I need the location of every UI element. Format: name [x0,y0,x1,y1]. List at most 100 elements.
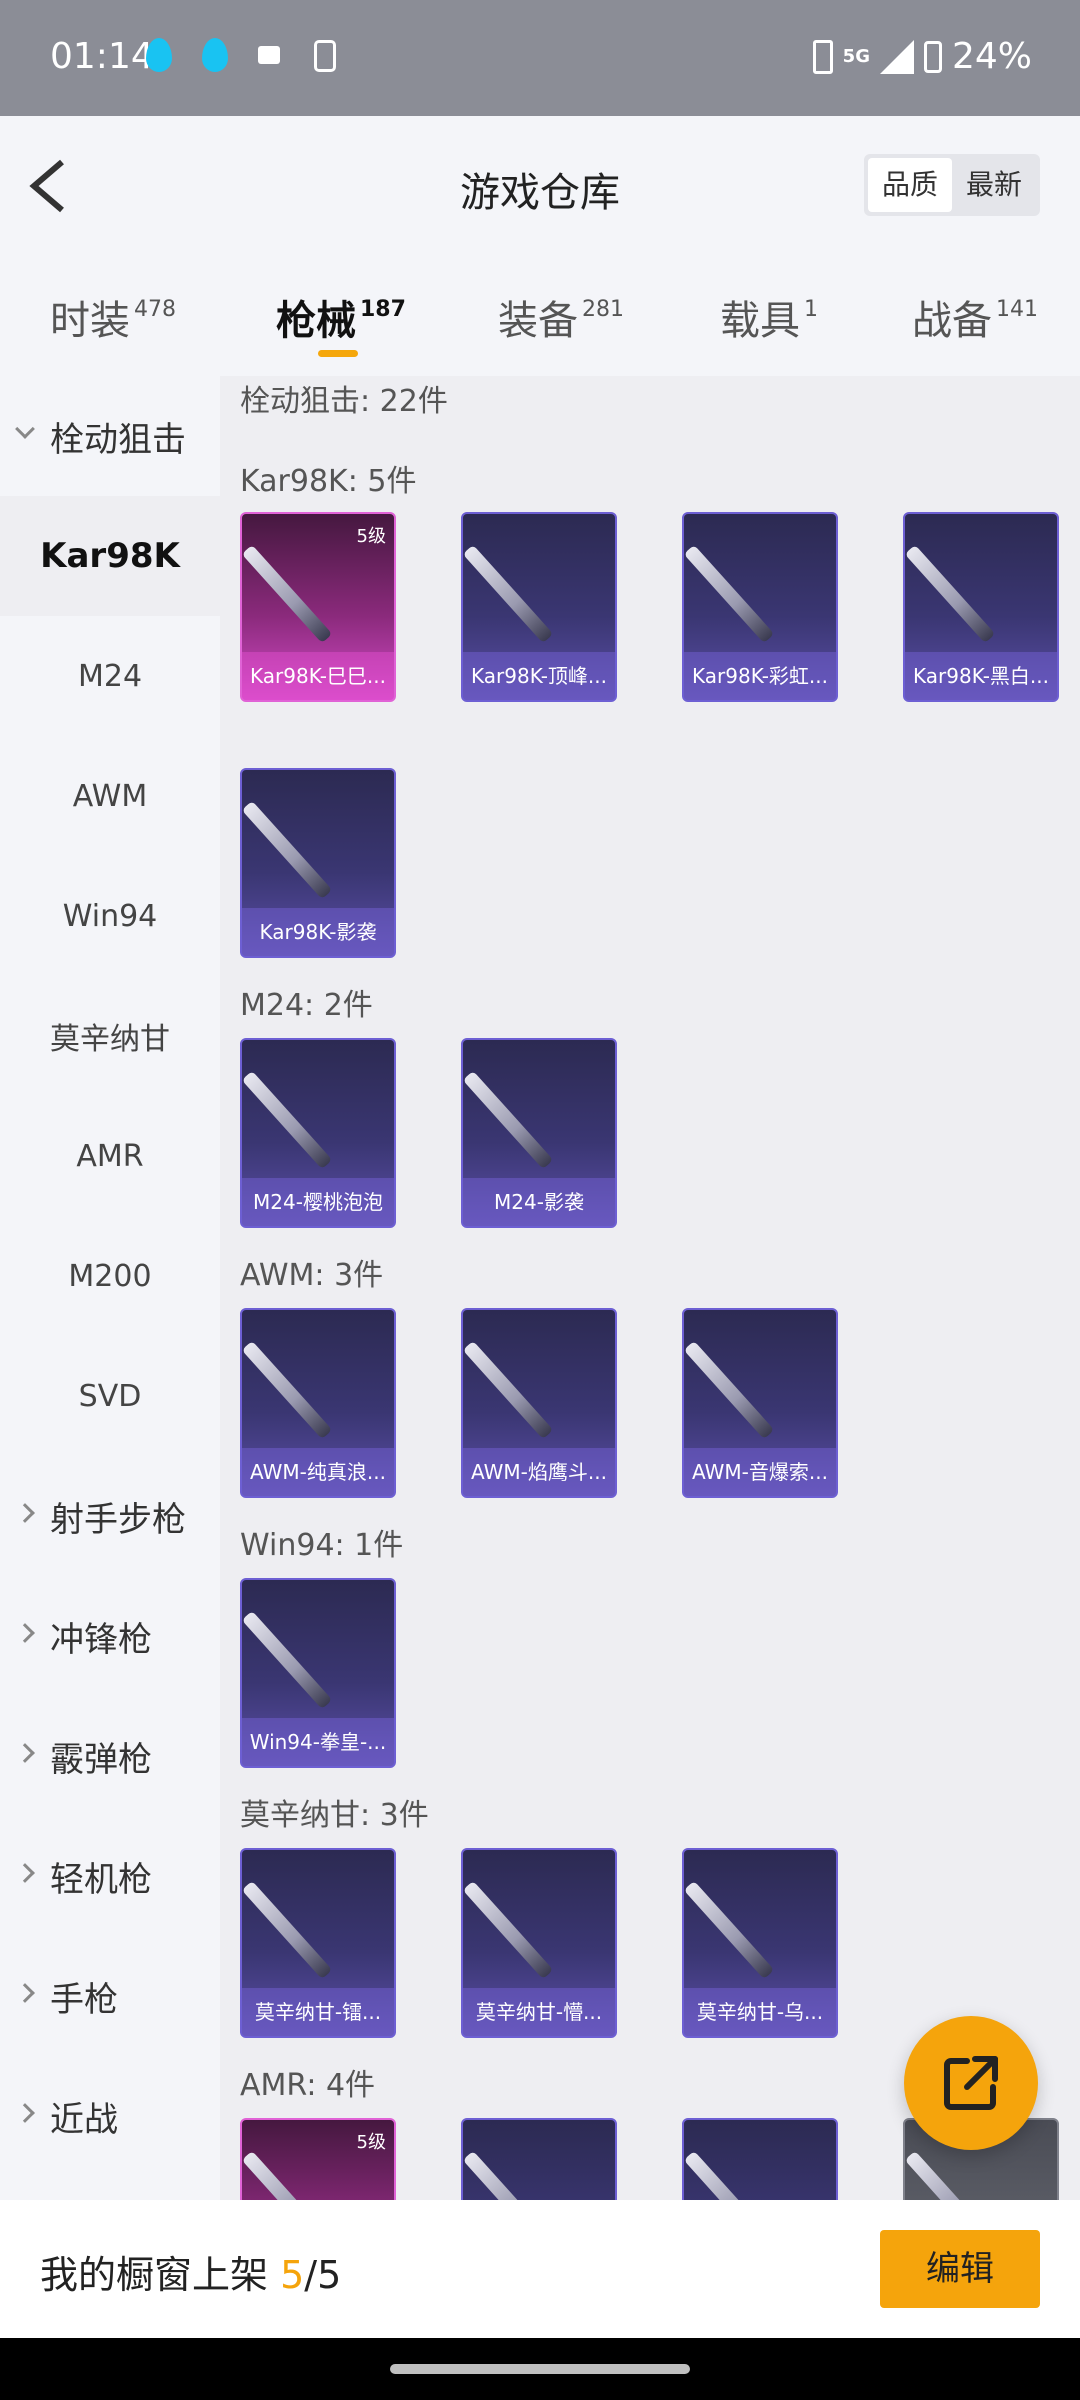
gun-skin-image [242,1340,333,1440]
sidebar-group-melee[interactable]: 近战 [0,2056,220,2176]
gun-skin-image [242,2150,333,2200]
sim-icon [812,39,833,74]
weapon-grid: 栓动狙击: 22件 Kar98K: 5件 5级 Kar98K-巳巳... Kar… [220,376,1080,2200]
weapon-card-label: 莫辛纳甘-镭... [242,1988,394,2036]
gun-skin-image [463,1880,554,1980]
weapon-card[interactable]: Win94-拳皇-... [240,1578,396,1768]
section-title: Win94: 1件 [240,1528,404,1563]
share-button[interactable] [904,2016,1038,2150]
active-tab-indicator [318,350,358,357]
sidebar-group-bolt-action[interactable]: 栓动狙击 [0,376,220,496]
gun-skin-image [463,2150,554,2200]
weapon-card-label: AWM-纯真浪... [242,1448,394,1496]
signal-icon [879,39,914,74]
system-nav-bar [0,2338,1080,2400]
level-badge: 5级 [356,2132,386,2153]
gun-skin-image [684,544,775,644]
weapon-card-label: Kar98K-巳巳... [242,652,394,700]
weapon-card[interactable] [461,2118,617,2200]
sidebar-group-pistol[interactable]: 手枪 [0,1936,220,2056]
weapon-card[interactable]: Kar98K-顶峰... [461,512,617,702]
sidebar-group-smg[interactable]: 冲锋枪 [0,1576,220,1696]
sidebar-item-amr[interactable]: AMR [0,1096,220,1216]
chevron-right-icon [15,2103,35,2123]
chevron-down-icon [15,419,35,439]
sidebar-item-awm[interactable]: AWM [0,736,220,856]
weapon-card[interactable]: 莫辛纳甘-乌... [682,1848,838,2038]
weapon-card[interactable] [682,2118,838,2200]
showcase-bar: 我的橱窗上架 5/5 编辑 [0,2200,1080,2338]
weapon-card[interactable]: Kar98K-彩虹... [682,512,838,702]
showcase-total: /5 [304,2253,342,2297]
weapon-card[interactable]: 5级 [240,2118,396,2200]
header: 游戏仓库 品质 最新 [0,116,1080,258]
showcase-status: 我的橱窗上架 5/5 [40,2253,342,2297]
status-indicators: 5G 24% [812,36,1032,77]
gun-skin-image [242,1070,333,1170]
notification-app-icon-2 [202,38,228,72]
tab-count: 187 [360,297,406,322]
weapon-card[interactable]: 莫辛纳甘-镭... [240,1848,396,2038]
home-gesture-handle[interactable] [390,2364,690,2374]
gun-skin-image [242,544,333,644]
weapon-card[interactable]: M24-影袭 [461,1038,617,1228]
gun-skin-image [242,800,333,900]
weapon-category-sidebar: 栓动狙击 Kar98K M24 AWM Win94 莫辛纳甘 AMR M200 … [0,376,220,2200]
sort-newest-button[interactable]: 最新 [952,158,1036,212]
chevron-right-icon [15,1983,35,2003]
weapon-card-label: Win94-拳皇-... [242,1718,394,1766]
gun-skin-image [905,544,996,644]
notification-app-icon [146,38,172,72]
weapon-card[interactable]: 5级 Kar98K-巳巳... [240,512,396,702]
sidebar-item-m24[interactable]: M24 [0,616,220,736]
chevron-right-icon [15,1743,35,1763]
battery-level: 24% [951,36,1032,77]
gun-skin-image [242,1610,333,1710]
tab-vehicles[interactable]: 载具 1 [720,288,818,346]
chevron-right-icon [15,1503,35,1523]
weapon-card[interactable]: Kar98K-黑白... [903,512,1059,702]
weapon-card[interactable]: Kar98K-影袭 [240,768,396,958]
tab-equipment[interactable]: 装备 281 [498,288,624,346]
chevron-right-icon [15,1863,35,1883]
tab-supplies[interactable]: 战备 141 [912,288,1038,346]
section-title: AWM: 3件 [240,1258,384,1293]
weapon-card[interactable]: M24-樱桃泡泡 [240,1038,396,1228]
sidebar-item-m200[interactable]: M200 [0,1216,220,1336]
gun-skin-image [242,1880,333,1980]
gun-skin-image [463,1340,554,1440]
sort-quality-button[interactable]: 品质 [867,158,952,212]
sidebar-item-win94[interactable]: Win94 [0,856,220,976]
category-tabs: 时装 478 枪械 187 装备 281 载具 1 战备 141 [0,258,1080,376]
gun-skin-image [684,1880,775,1980]
weapon-card[interactable]: AWM-纯真浪... [240,1308,396,1498]
chevron-right-icon [15,1623,35,1643]
weapon-card[interactable]: 莫辛纳甘-懵... [461,1848,617,2038]
weapon-card-label: M24-樱桃泡泡 [242,1178,394,1226]
level-badge: 5级 [356,526,386,547]
weapon-card-label: AWM-焰鹰斗... [463,1448,615,1496]
weapon-card-label: 莫辛纳甘-懵... [463,1988,615,2036]
sort-toggle: 品质 最新 [863,154,1040,216]
status-bar: 01:14 5G 24% [0,0,1080,116]
gun-skin-image [684,1340,775,1440]
gun-skin-image [684,2150,775,2200]
sidebar-group-shotgun[interactable]: 霰弹枪 [0,1696,220,1816]
section-title: AMR: 4件 [240,2068,376,2103]
weapon-card-label: 莫辛纳甘-乌... [684,1988,836,2036]
weapon-card[interactable]: AWM-音爆索... [682,1308,838,1498]
sidebar-item-mosin[interactable]: 莫辛纳甘 [0,976,220,1096]
sidebar-group-dmr[interactable]: 射手步枪 [0,1456,220,1576]
sidebar-item-kar98k[interactable]: Kar98K [0,496,220,616]
section-title: M24: 2件 [240,988,373,1023]
weapon-card[interactable]: AWM-焰鹰斗... [461,1308,617,1498]
sidebar-item-svd[interactable]: SVD [0,1336,220,1456]
tab-guns[interactable]: 枪械 187 [276,288,406,346]
sidebar-group-lmg[interactable]: 轻机枪 [0,1816,220,1936]
tab-fashion[interactable]: 时装 478 [50,288,176,346]
weapon-card-label: AWM-音爆索... [684,1448,836,1496]
gun-skin-image [463,544,554,644]
status-time: 01:14 [50,36,154,77]
tab-count: 478 [134,297,176,322]
edit-button[interactable]: 编辑 [880,2230,1040,2308]
